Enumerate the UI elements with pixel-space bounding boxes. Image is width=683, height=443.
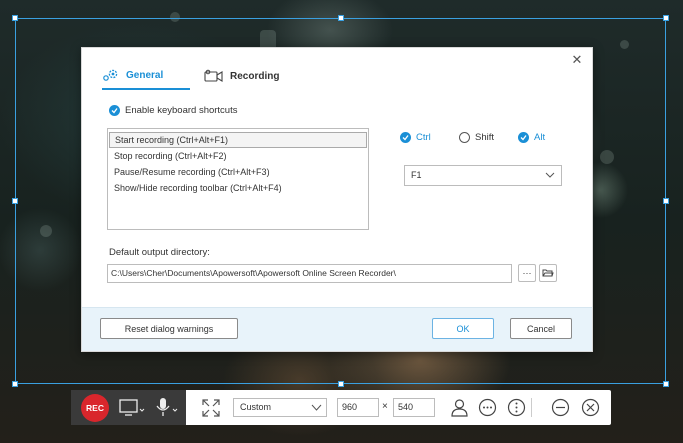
shortcut-key-select[interactable]: F1 xyxy=(404,165,562,186)
output-dir-label: Default output directory: xyxy=(109,247,210,258)
check-icon xyxy=(400,132,411,143)
chevron-down-icon xyxy=(311,404,322,411)
alt-label: Alt xyxy=(534,132,546,143)
shortcut-list[interactable]: Start recording (Ctrl+Alt+F1) Stop recor… xyxy=(107,128,369,230)
enable-shortcuts-checkbox[interactable]: Enable keyboard shortcuts xyxy=(109,105,237,116)
more-options-button[interactable] xyxy=(507,398,526,417)
tab-recording[interactable]: Recording xyxy=(204,62,294,90)
toolbar-divider xyxy=(531,398,532,417)
minimize-button[interactable] xyxy=(551,398,570,417)
width-input[interactable]: 960 xyxy=(337,398,379,417)
cancel-button[interactable]: Cancel xyxy=(510,318,572,339)
recording-toolbar: REC Custom 960 × 540 xyxy=(71,390,611,425)
list-item[interactable]: Stop recording (Ctrl+Alt+F2) xyxy=(109,148,367,164)
exit-button[interactable] xyxy=(581,398,600,417)
chevron-down-icon xyxy=(545,172,555,178)
folder-icon xyxy=(542,269,554,277)
user-icon xyxy=(451,399,468,417)
open-folder-button[interactable] xyxy=(539,264,557,282)
dialog-footer: Reset dialog warnings OK Cancel xyxy=(82,307,592,351)
resize-handle-bottom[interactable] xyxy=(338,381,344,387)
reset-warnings-button[interactable]: Reset dialog warnings xyxy=(100,318,238,339)
tab-recording-label: Recording xyxy=(230,70,280,82)
more-vertical-icon xyxy=(507,398,526,417)
audio-input-button[interactable] xyxy=(155,397,179,419)
region-mode-value: Custom xyxy=(240,402,272,412)
shift-checkbox[interactable]: Shift xyxy=(459,132,494,143)
resize-handle-left[interactable] xyxy=(12,198,18,204)
minus-circle-icon xyxy=(551,398,570,417)
gear-icon xyxy=(103,69,118,81)
list-item[interactable]: Pause/Resume recording (Ctrl+Alt+F3) xyxy=(109,164,367,180)
tab-bar: General Recording xyxy=(82,62,592,90)
expand-icon xyxy=(202,399,220,417)
resize-handle-top-left[interactable] xyxy=(12,15,18,21)
ok-button[interactable]: OK xyxy=(432,318,494,339)
shortcut-key-value: F1 xyxy=(411,170,422,180)
resize-handle-right[interactable] xyxy=(663,198,669,204)
resize-handle-top-right[interactable] xyxy=(663,15,669,21)
height-input[interactable]: 540 xyxy=(393,398,435,417)
resize-handle-bottom-left[interactable] xyxy=(12,381,18,387)
webcam-button[interactable] xyxy=(450,398,469,417)
list-item[interactable]: Show/Hide recording toolbar (Ctrl+Alt+F4… xyxy=(109,180,367,196)
resize-handle-bottom-right[interactable] xyxy=(663,381,669,387)
screen-source-button[interactable] xyxy=(119,398,145,418)
close-circle-icon xyxy=(581,398,600,417)
check-icon xyxy=(109,105,120,116)
shift-label: Shift xyxy=(475,132,495,143)
resize-handle-top[interactable] xyxy=(338,15,344,21)
alt-checkbox[interactable]: Alt xyxy=(518,132,545,143)
settings-dialog: ✕ General Recording Enable keyboard shor… xyxy=(81,47,593,352)
rec-area: REC xyxy=(71,390,186,425)
output-dir-input[interactable]: C:\Users\Cher\Documents\Apowersoft\Apowe… xyxy=(107,264,512,283)
chat-bubble-icon xyxy=(478,398,497,417)
ctrl-checkbox[interactable]: Ctrl xyxy=(400,132,431,143)
fullscreen-button[interactable] xyxy=(201,398,221,418)
video-camera-icon xyxy=(204,69,223,82)
monitor-icon xyxy=(119,399,145,416)
browse-button[interactable]: ··· xyxy=(518,264,536,282)
annotation-button[interactable] xyxy=(478,398,497,417)
tab-general[interactable]: General xyxy=(102,62,190,90)
ctrl-label: Ctrl xyxy=(416,132,431,143)
check-icon xyxy=(518,132,529,143)
times-sign: × xyxy=(382,401,388,412)
rec-button[interactable]: REC xyxy=(81,394,109,422)
enable-shortcuts-label: Enable keyboard shortcuts xyxy=(125,105,238,116)
microphone-icon xyxy=(156,398,178,416)
tab-general-label: General xyxy=(126,69,164,81)
list-item[interactable]: Start recording (Ctrl+Alt+F1) xyxy=(109,132,367,148)
region-mode-select[interactable]: Custom xyxy=(233,398,327,417)
unchecked-circle-icon xyxy=(459,132,470,143)
